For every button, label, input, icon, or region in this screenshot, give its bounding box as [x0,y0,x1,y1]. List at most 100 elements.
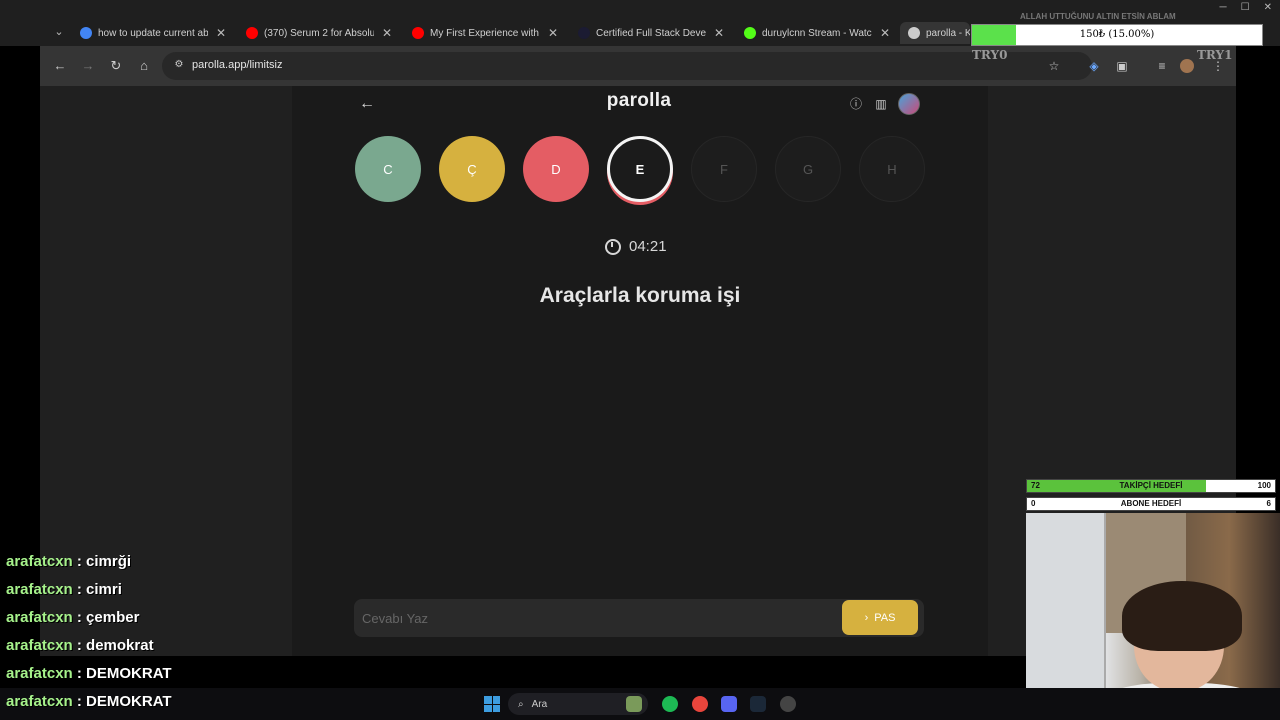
chat-username: arafatcxn [6,693,73,710]
chat-message: arafatcxn : DEMOKRAT [6,693,256,720]
info-icon[interactable]: ⓘ [847,95,865,113]
browser-tab[interactable]: duruylcnn Stream - Watch ✕ [736,22,896,44]
tab-search-button[interactable]: ⌄ [48,22,70,42]
browser-tab[interactable]: Certified Full Stack Develo ✕ [570,22,730,44]
chat-username: arafatcxn [6,553,73,570]
letter-circle-1: Ç [439,136,505,202]
window-controls: ─ ☐ ✕ [1220,2,1272,13]
letter-circle-3: E [607,136,673,202]
chat-message: arafatcxn : demokrat [6,637,256,665]
chevron-right-icon: › [864,611,869,624]
spotify-icon[interactable] [662,696,678,712]
clock-icon [605,238,621,255]
taskbar-search-label: Ara [531,698,548,710]
browser-toolbar: ← → ↻ ⌂ ⚙ parolla.app/limitsiz ☆ ◈ ▣ ≡ ⋮ [40,46,1236,86]
chat-separator: : [72,637,87,654]
tab-label: parolla - K [926,27,970,39]
follower-goal-bar: 72 TAKİPÇİ HEDEFİ 100 [1026,479,1276,493]
maximize-icon[interactable]: ☐ [1241,2,1250,13]
browser-tab[interactable]: (370) Serum 2 for Absolute ✕ [238,22,398,44]
browser-tab[interactable]: My First Experience with Bl ✕ [404,22,564,44]
sub-goal-name: ABONE HEDEFİ [1120,499,1182,508]
stats-icon[interactable]: ▥ [872,95,890,113]
chat-text: DEMOKRAT [86,665,172,682]
webcam-person-hair [1122,581,1242,651]
screen: ⌄ how to update current abl ✕ (370) Serum … [0,0,1280,720]
windows-start-icon[interactable] [484,696,500,712]
tab-close-icon[interactable]: ✕ [878,26,892,40]
profile-icon[interactable] [1180,59,1194,73]
sub-goal-bar: 0 ABONE HEDEFİ 6 [1026,497,1276,511]
letter-circle-0: C [355,136,421,202]
chrome-icon[interactable] [692,696,708,712]
letter-circle-4: F [691,136,757,202]
timer: 04:21 [605,238,667,255]
steam-icon[interactable] [750,696,766,712]
tab-label: how to update current abl [98,27,208,39]
tab-close-icon[interactable]: ✕ [546,26,560,40]
chat-text: DEMOKRAT [86,693,172,710]
sub-goal-max: 6 [1266,499,1271,508]
stream-chat: arafatcxn : cimrği arafatcxn : cimri arafa… [6,553,256,720]
discord-icon[interactable] [721,696,737,712]
back-arrow-icon[interactable]: ← [356,94,378,114]
tab-favicon-icon [246,27,258,39]
address-bar[interactable]: ⚙ parolla.app/limitsiz [162,52,1092,80]
reload-icon[interactable]: ↻ [106,56,126,76]
bookmark-star-icon[interactable]: ☆ [1044,56,1064,76]
media-controls-icon[interactable]: ≡ [1152,56,1172,76]
tab-favicon-icon [908,27,920,39]
tab-close-icon[interactable]: ✕ [214,26,228,40]
tab-label: duruylcnn Stream - Watch [762,27,872,39]
chat-username: arafatcxn [6,665,73,682]
back-icon[interactable]: ← [50,56,70,76]
pass-button[interactable]: › PAS [842,600,918,635]
chat-separator: : [72,693,87,710]
question-text: Araçlarla koruma işi [539,284,741,307]
tab-label: My First Experience with Bl [430,27,540,39]
home-icon[interactable]: ⌂ [134,56,154,76]
chat-separator: : [72,609,87,626]
donation-min-label: TRY0 [972,48,1008,62]
chat-separator: : [72,581,87,598]
donation-goal-bar: 150₺ (15.00%) [971,24,1263,46]
answer-form: › PAS [354,599,924,637]
forward-icon[interactable]: → [78,56,98,76]
extension-icon[interactable]: ◈ [1084,56,1104,76]
user-avatar[interactable] [898,93,920,115]
chat-message: arafatcxn : DEMOKRAT [6,665,256,693]
chat-text: demokrat [86,637,154,654]
chat-message: arafatcxn : çember [6,609,256,637]
tab-favicon-icon [412,27,424,39]
tab-close-icon[interactable]: ✕ [380,26,394,40]
browser-tab[interactable]: how to update current abl ✕ [72,22,232,44]
tab-favicon-icon [80,27,92,39]
letter-circle-5: G [775,136,841,202]
answer-input[interactable] [362,606,832,630]
chat-username: arafatcxn [6,581,73,598]
donation-goal-text: 150₺ (15.00%) [1079,29,1155,40]
tab-favicon-icon [744,27,756,39]
chat-text: çember [86,609,140,626]
donation-max-label: TRY1 [1197,48,1233,62]
chat-separator: : [72,553,87,570]
extensions-puzzle-icon[interactable]: ▣ [1112,56,1132,76]
widgets-icon[interactable] [626,696,642,712]
chat-message: arafatcxn : cimrği [6,553,256,581]
settings-icon[interactable] [780,696,796,712]
site-info-icon[interactable]: ⚙ [172,59,186,73]
tab-favicon-icon [578,27,590,39]
donation-goal-title: ALLAH UTTUĞUNU ALTIN ETSİN ABLAM [1020,12,1176,21]
url-text: parolla.app/limitsiz [192,59,283,71]
close-window-icon[interactable]: ✕ [1264,2,1272,13]
follower-goal-max: 100 [1257,481,1271,490]
chat-text: cimrği [86,553,132,570]
tab-label: Certified Full Stack Develo [596,27,706,39]
follower-goal-name: TAKİPÇİ HEDEFİ [1119,481,1183,490]
brand-logo: parolla [606,90,672,111]
tab-close-icon[interactable]: ✕ [712,26,726,40]
letter-circle-2: D [523,136,589,202]
minimize-icon[interactable]: ─ [1220,2,1227,13]
chat-separator: : [72,665,87,682]
browser-tab[interactable]: parolla - K [900,22,970,44]
